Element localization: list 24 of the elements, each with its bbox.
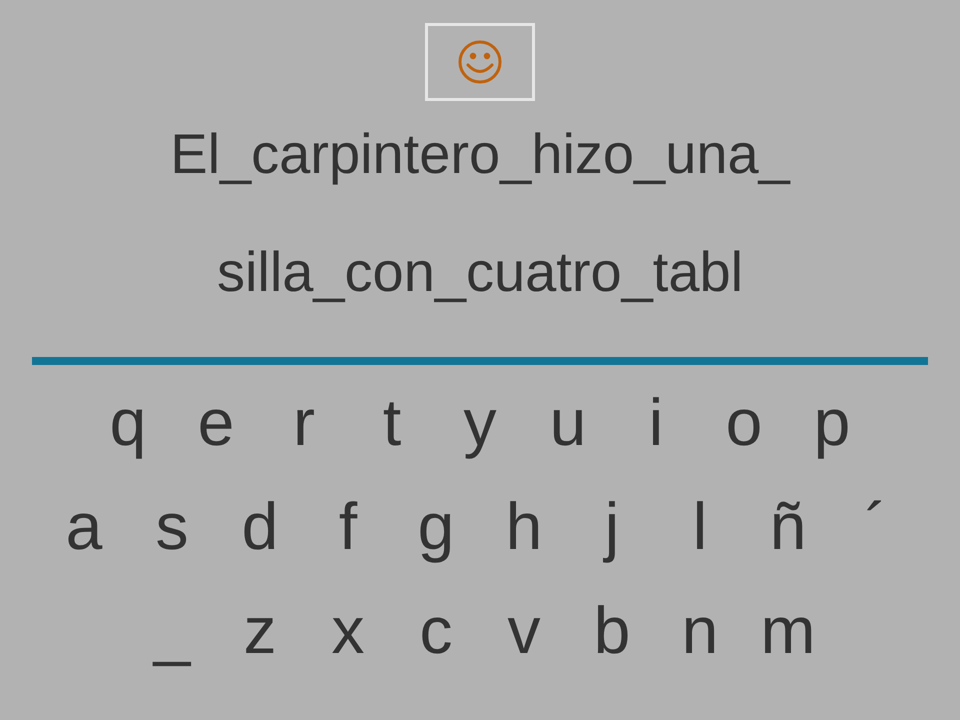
letter-key[interactable]: s: [128, 493, 216, 559]
letter-key[interactable]: ñ: [744, 493, 832, 559]
letter-key[interactable]: l: [656, 493, 744, 559]
letter-key[interactable]: ´: [832, 493, 920, 559]
letter-key[interactable]: d: [216, 493, 304, 559]
letter-key[interactable]: m: [744, 597, 832, 663]
letter-key[interactable]: n: [656, 597, 744, 663]
letter-key[interactable]: b: [568, 597, 656, 663]
sentence-line: El_carpintero_hizo_una_: [170, 121, 790, 187]
smiley-icon: [457, 39, 503, 85]
letter-key[interactable]: z: [216, 597, 304, 663]
letter-key[interactable]: x: [304, 597, 392, 663]
sentence-line: silla_con_cuatro_tabl: [216, 239, 744, 305]
letter-key[interactable]: h: [480, 493, 568, 559]
letter-key[interactable]: f: [304, 493, 392, 559]
letter-key[interactable]: c: [392, 597, 480, 663]
letter-key[interactable]: v: [480, 597, 568, 663]
letter-key[interactable]: a: [40, 493, 128, 559]
letter-key[interactable]: i: [612, 389, 700, 455]
letter-key[interactable]: e: [172, 389, 260, 455]
letter-key[interactable]: t: [348, 389, 436, 455]
letter-key[interactable]: r: [260, 389, 348, 455]
letter-key[interactable]: u: [524, 389, 612, 455]
letter-key[interactable]: o: [700, 389, 788, 455]
